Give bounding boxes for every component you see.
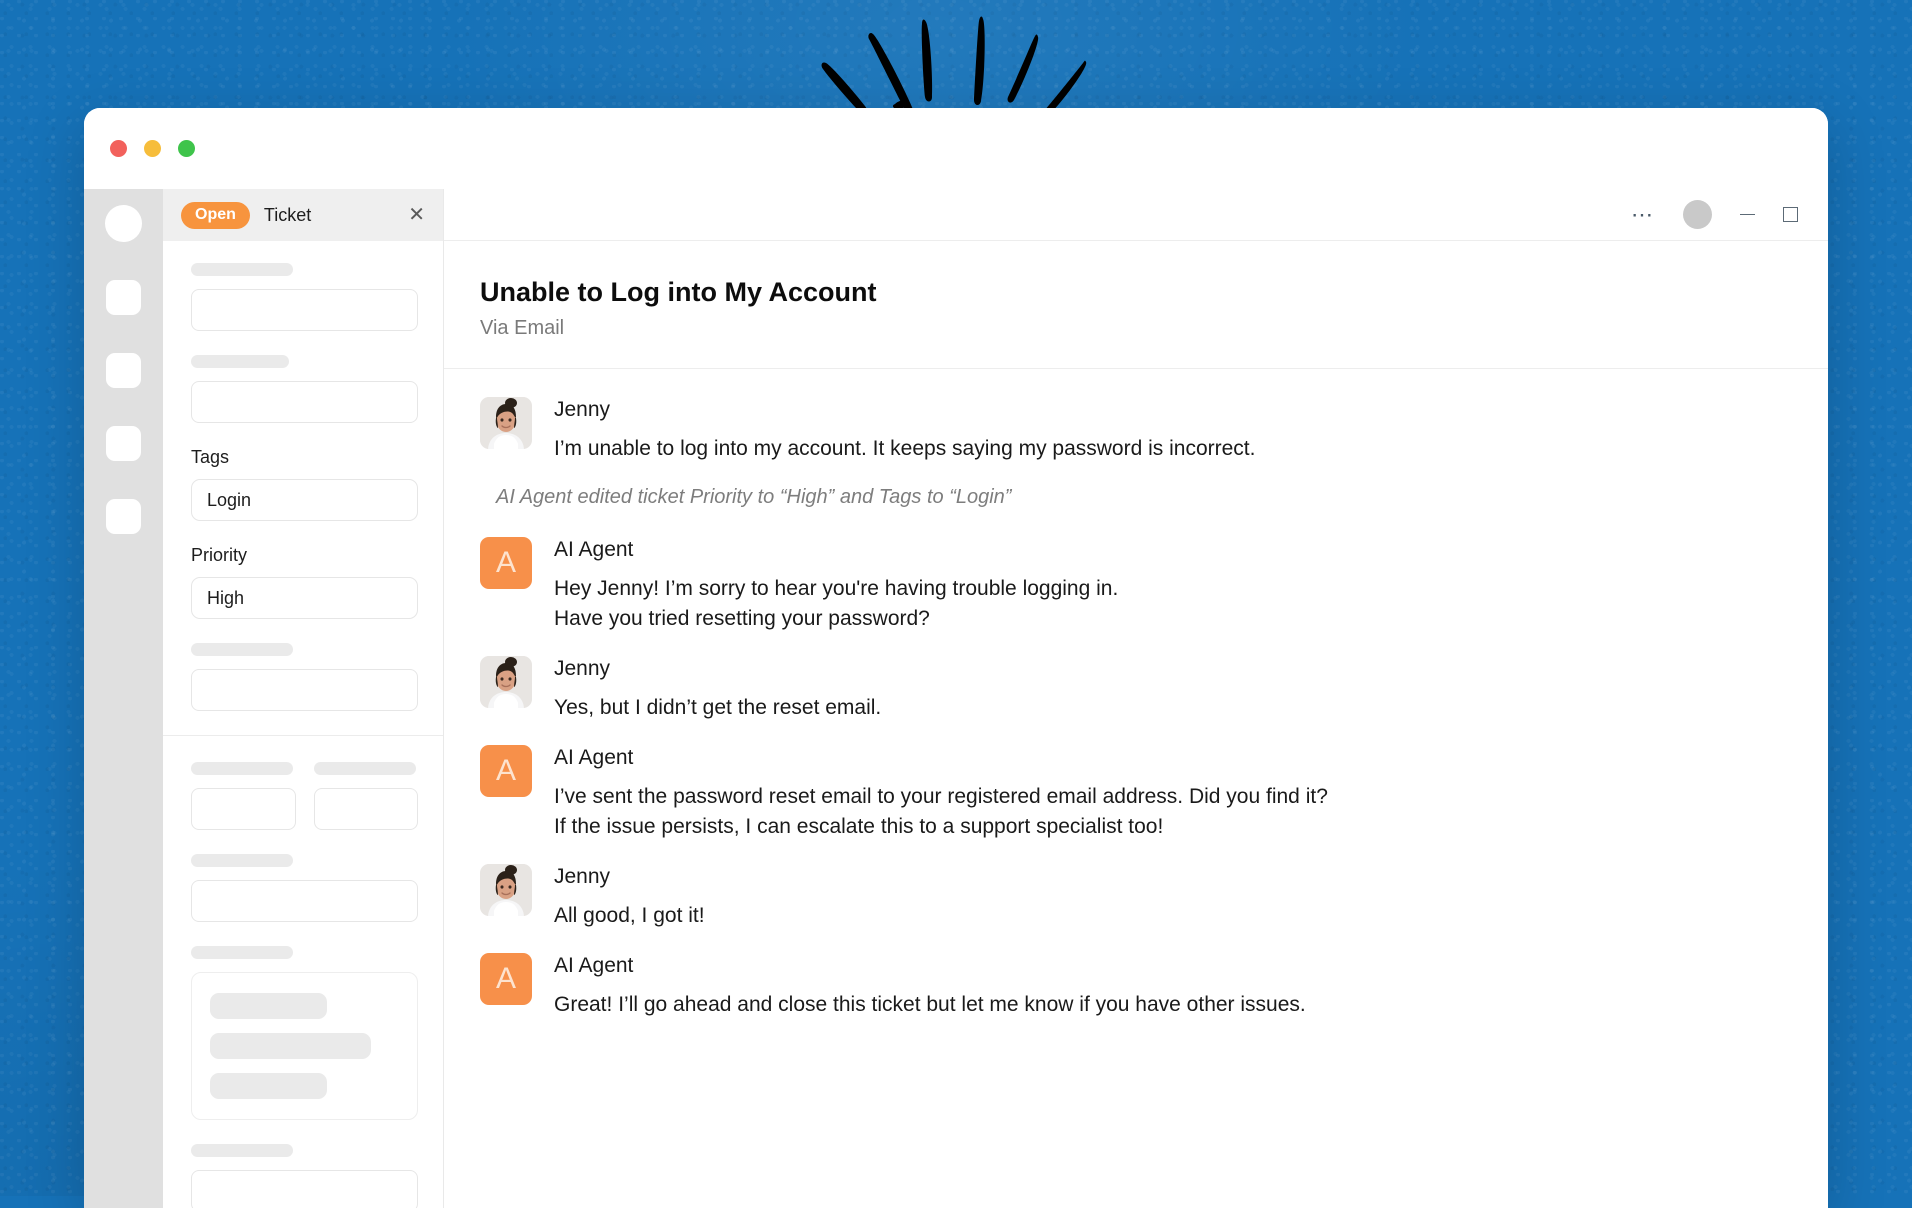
- field-row-placeholder: [191, 762, 418, 854]
- priority-input[interactable]: High: [191, 577, 418, 619]
- message-body: AI Agent Hey Jenny! I’m sorry to hear you…: [554, 537, 1118, 634]
- field-label-placeholder: [191, 854, 293, 867]
- priority-label: Priority: [191, 545, 248, 565]
- field-input-placeholder[interactable]: [313, 788, 418, 830]
- nav-placeholder-icon-3[interactable]: [106, 426, 141, 461]
- customer-avatar: [480, 656, 532, 709]
- user-avatar-icon[interactable]: [105, 205, 142, 242]
- field-card-placeholder[interactable]: [191, 972, 418, 1120]
- ticket-header: Unable to Log into My Account Via Email: [444, 241, 1828, 369]
- window-minimize-icon[interactable]: [1740, 213, 1755, 216]
- nav-placeholder-icon-4[interactable]: [106, 499, 141, 534]
- nav-placeholder-icon-2[interactable]: [106, 353, 141, 388]
- sidebar-divider: [163, 735, 443, 736]
- nav-placeholder-icon-1[interactable]: [106, 280, 141, 315]
- field-label-placeholder: [191, 946, 293, 959]
- message-text: If the issue persists, I can escalate th…: [554, 815, 1164, 839]
- message-author: Jenny: [554, 657, 611, 681]
- ticket-main-pane: ⋯ Unable to Log into My Account Via Emai…: [444, 189, 1828, 1208]
- message-author: AI Agent: [554, 954, 634, 978]
- field-label-placeholder: [191, 355, 289, 368]
- app-window: Open Ticket ✕ Tags Login Priority High ⋯…: [84, 108, 1828, 1208]
- ai-agent-avatar: A: [480, 953, 532, 1006]
- field-input-placeholder[interactable]: [191, 1170, 418, 1208]
- jenny-photo-icon: [480, 864, 532, 917]
- card-line-placeholder: [210, 1033, 371, 1059]
- message-body: Jenny All good, I got it!: [554, 864, 705, 931]
- message-customer: Jenny Yes, but I didn’t get the reset ema…: [480, 656, 1788, 723]
- field-label-placeholder: [313, 762, 416, 775]
- left-icon-rail: [84, 189, 163, 1208]
- jenny-photo-icon: [480, 656, 532, 709]
- tags-label: Tags: [191, 447, 230, 467]
- ai-agent-avatar: A: [480, 537, 532, 590]
- field-label-placeholder: [191, 1144, 293, 1157]
- message-ai-agent: A AI Agent I’ve sent the password reset em…: [480, 745, 1788, 842]
- field-input-placeholder[interactable]: [191, 788, 296, 830]
- field-label-placeholder: [191, 762, 293, 775]
- card-line-placeholder: [210, 993, 328, 1019]
- conversation-thread: Jenny I’m unable to log into my account. …: [444, 369, 1828, 1208]
- message-customer: Jenny I’m unable to log into my account. …: [480, 397, 1788, 464]
- message-body: Jenny Yes, but I didn’t get the reset ema…: [554, 656, 881, 723]
- ticket-channel: Via Email: [480, 317, 565, 339]
- message-customer: Jenny All good, I got it!: [480, 864, 1788, 931]
- ai-agent-avatar: A: [480, 745, 532, 798]
- message-body: AI Agent Great! I’ll go ahead and close t…: [554, 953, 1306, 1020]
- account-avatar-icon[interactable]: [1683, 200, 1712, 229]
- page-title: Unable to Log into My Account: [480, 277, 877, 307]
- traffic-light-minimize-icon[interactable]: [144, 140, 161, 157]
- sidebar-fields: Tags Login Priority High: [163, 241, 443, 1208]
- message-author: AI Agent: [554, 538, 634, 562]
- message-body: AI Agent I’ve sent the password reset ema…: [554, 745, 1328, 842]
- field-input-placeholder[interactable]: [191, 381, 418, 423]
- field-label-placeholder: [191, 263, 293, 276]
- message-author: Jenny: [554, 865, 611, 889]
- window-maximize-icon[interactable]: [1783, 207, 1798, 222]
- message-text: Hey Jenny! I’m sorry to hear you're havi…: [554, 577, 1119, 601]
- field-input-placeholder[interactable]: [191, 880, 418, 922]
- message-body: Jenny I’m unable to log into my account. …: [554, 397, 1255, 464]
- system-activity-note: AI Agent edited ticket Priority to “High…: [496, 486, 1012, 509]
- message-text: I’m unable to log into my account. It ke…: [554, 437, 1256, 460]
- message-text: All good, I got it!: [554, 904, 705, 928]
- close-icon[interactable]: ✕: [404, 205, 429, 225]
- ticket-sidebar: Open Ticket ✕ Tags Login Priority High: [163, 189, 444, 1208]
- message-ai-agent: A AI Agent Great! I’ll go ahead and close …: [480, 953, 1788, 1020]
- status-badge: Open: [181, 201, 250, 229]
- tab-title: Ticket: [263, 204, 312, 225]
- field-label-placeholder: [191, 643, 293, 656]
- message-text: Great! I’ll go ahead and close this tick…: [554, 993, 1306, 1017]
- ticket-tab[interactable]: Open Ticket ✕: [163, 189, 443, 241]
- main-topbar: ⋯: [444, 189, 1828, 241]
- message-author: AI Agent: [554, 746, 634, 770]
- field-input-placeholder[interactable]: [191, 289, 418, 331]
- customer-avatar: [480, 864, 532, 917]
- ellipsis-icon[interactable]: ⋯: [1631, 203, 1655, 226]
- message-text: Yes, but I didn’t get the reset email.: [554, 696, 882, 720]
- traffic-light-maximize-icon[interactable]: [178, 140, 195, 157]
- field-input-placeholder[interactable]: [191, 669, 418, 711]
- message-ai-agent: A AI Agent Hey Jenny! I’m sorry to hear yo…: [480, 537, 1788, 634]
- message-text: I’ve sent the password reset email to yo…: [554, 785, 1328, 809]
- window-titlebar: [84, 108, 1828, 189]
- jenny-photo-icon: [480, 397, 532, 449]
- customer-avatar: [480, 397, 532, 449]
- message-text: Have you tried resetting your password?: [554, 607, 930, 631]
- card-line-placeholder: [210, 1073, 328, 1099]
- app-body: Open Ticket ✕ Tags Login Priority High ⋯…: [84, 189, 1828, 1208]
- tags-input[interactable]: Login: [191, 479, 418, 521]
- traffic-light-close-icon[interactable]: [110, 140, 127, 157]
- message-author: Jenny: [554, 398, 611, 421]
